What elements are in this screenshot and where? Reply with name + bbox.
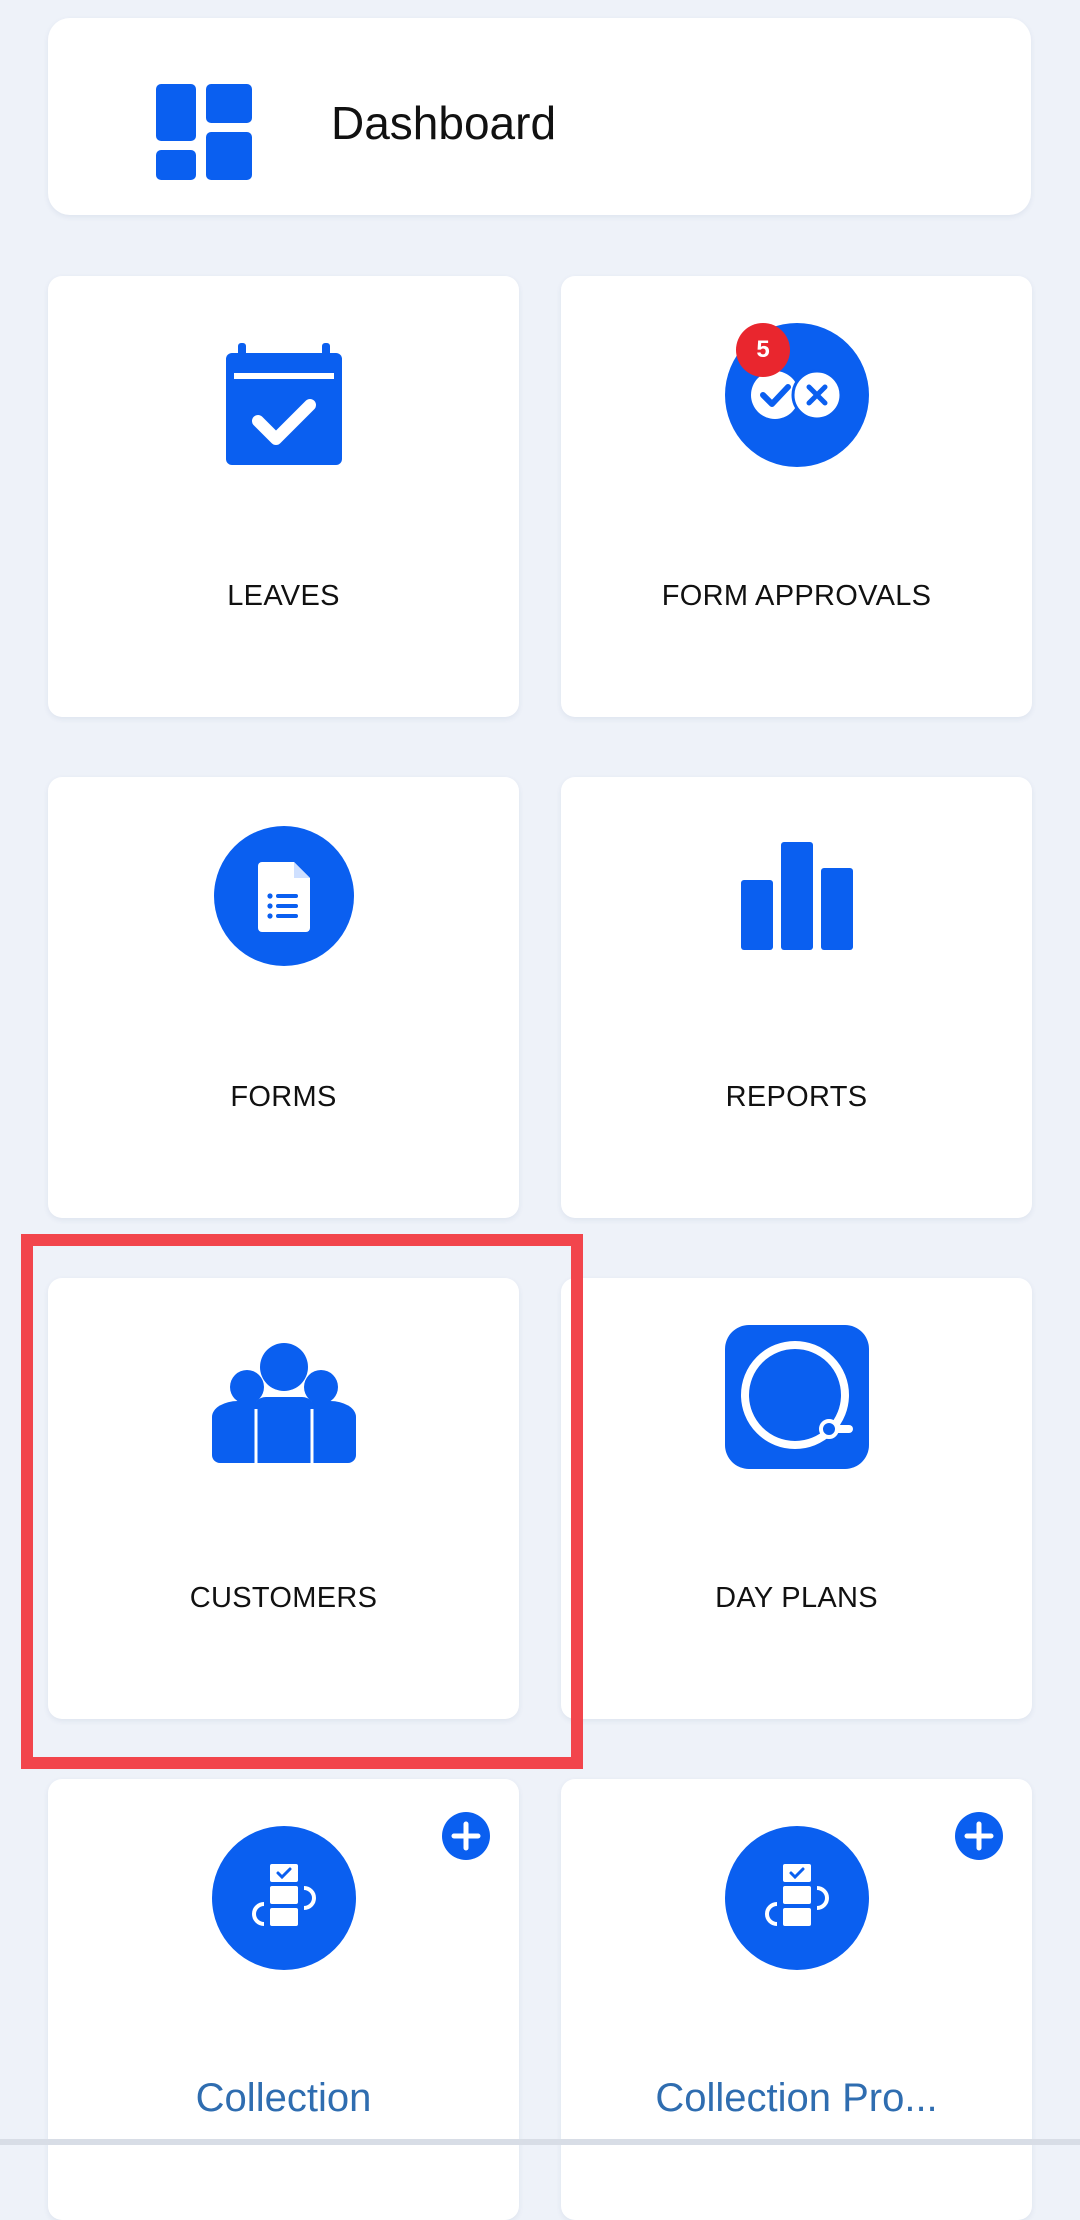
tile-label: Collection	[195, 2076, 372, 2120]
tile-leaves[interactable]: LEAVES	[48, 276, 519, 717]
bar-chart-icon	[740, 842, 853, 950]
tile-forms[interactable]: FORMS	[48, 777, 519, 1218]
tile-label: CUSTOMERS	[189, 1582, 378, 1614]
calendar-check-icon	[225, 343, 342, 465]
tile-label: Collection Pro...	[655, 2076, 938, 2120]
workflow-icon	[724, 1826, 869, 1970]
tile-day-plans[interactable]: DAY PLANS	[561, 1278, 1032, 1719]
tile-label: REPORTS	[725, 1081, 868, 1113]
people-group-icon	[211, 1343, 356, 1463]
tape-measure-icon	[724, 1325, 869, 1469]
dashboard-header[interactable]: Dashboard	[48, 18, 1031, 215]
tile-reports[interactable]: REPORTS	[561, 777, 1032, 1218]
tile-label: FORMS	[230, 1081, 337, 1113]
notification-badge: 5	[736, 323, 790, 377]
tile-label: FORM APPROVALS	[661, 580, 932, 612]
document-icon	[213, 826, 354, 966]
bottom-edge	[0, 2139, 1080, 2145]
plus-circle-icon[interactable]	[441, 1811, 491, 1861]
tile-form-approvals[interactable]: FORM APPROVALS	[561, 276, 1032, 717]
tile-customers[interactable]: CUSTOMERS	[48, 1278, 519, 1719]
tile-collection-pro[interactable]: Collection Pro...	[561, 1779, 1032, 2220]
dashboard-grid-icon	[156, 84, 252, 180]
page-title: Dashboard	[331, 97, 557, 149]
plus-circle-icon[interactable]	[954, 1811, 1004, 1861]
tile-label: LEAVES	[227, 580, 340, 612]
tile-label: DAY PLANS	[715, 1582, 878, 1614]
workflow-icon	[211, 1826, 356, 1970]
tile-collection[interactable]: Collection	[48, 1779, 519, 2220]
